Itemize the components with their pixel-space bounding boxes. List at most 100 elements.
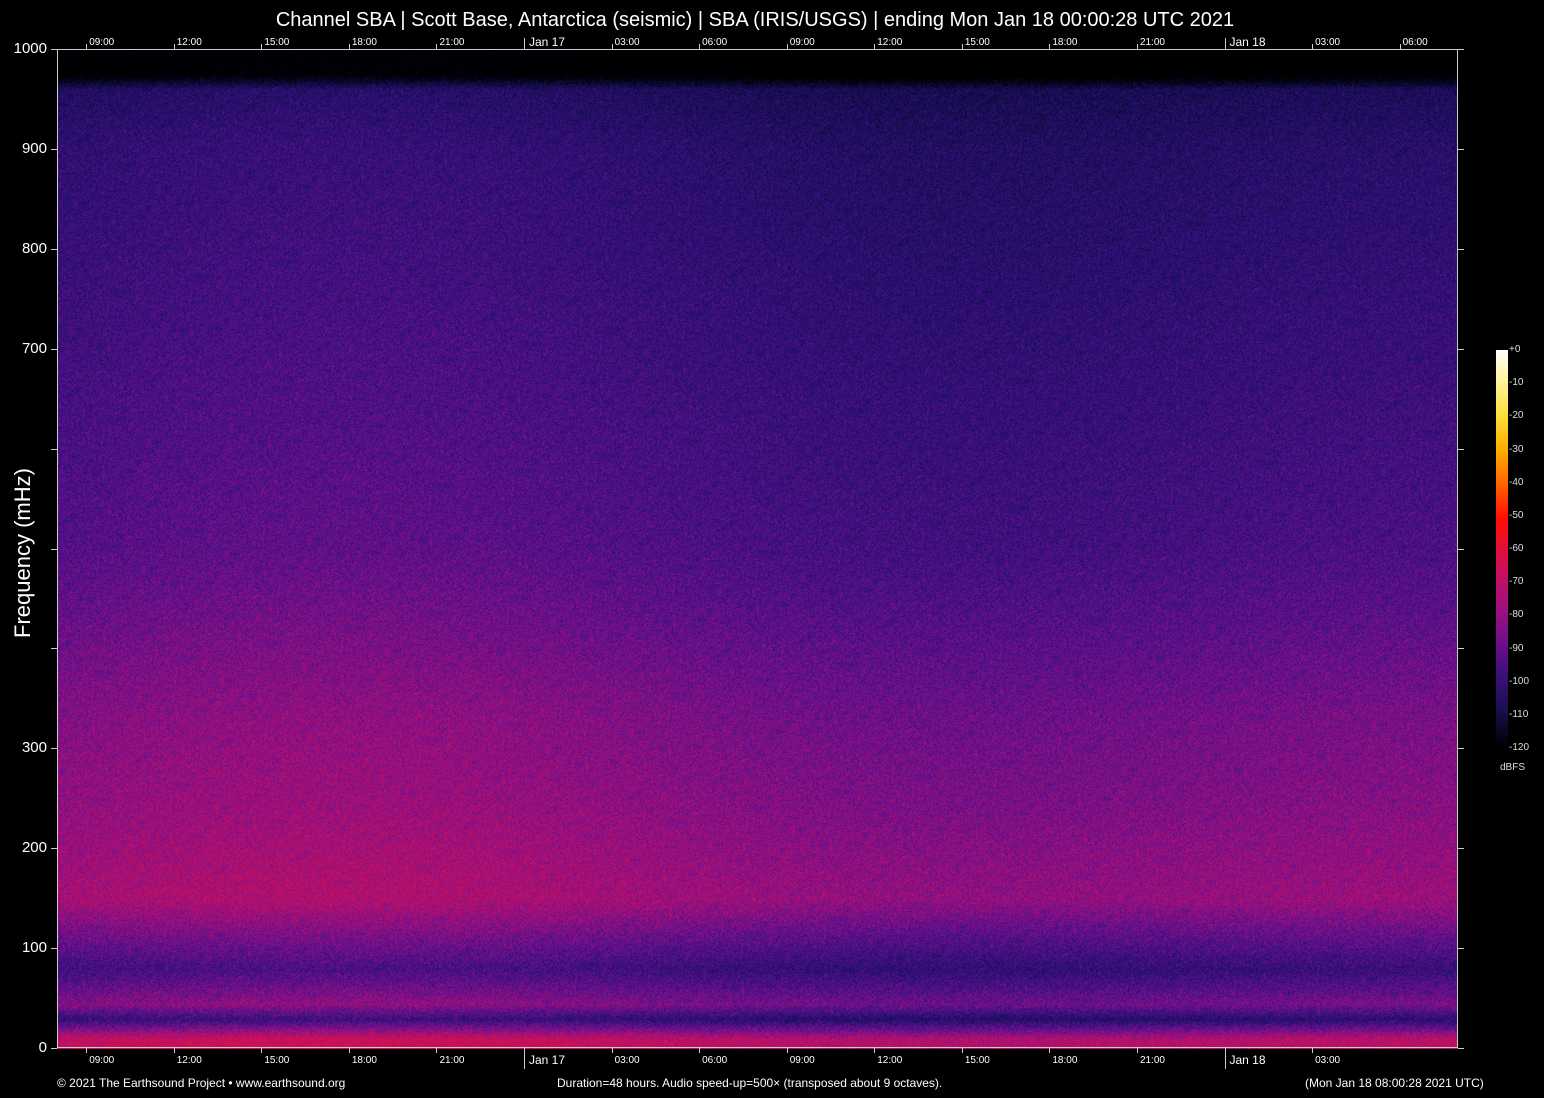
y-tick-label: 0 (38, 1039, 47, 1056)
x-tick-label-bottom: Jan 17 (529, 1053, 566, 1067)
y-tick-label: 200 (21, 839, 47, 857)
duration-text: Duration=48 hours. Audio speed-up=500× (… (557, 1076, 943, 1090)
y-tick-right (1458, 248, 1464, 250)
y-tick-label: 900 (21, 139, 47, 157)
colorbar-tick-label: -50 (1509, 509, 1524, 521)
x-tick-label-top: 18:00 (1052, 37, 1078, 48)
y-tick-label: 1000 (13, 40, 47, 57)
colorbar-tick-label: -100 (1509, 675, 1530, 687)
x-tick-top (874, 44, 876, 49)
y-tick-right (1458, 748, 1464, 750)
colorbar-unit: dBFS (1500, 762, 1526, 773)
x-tick-label-bottom: 15:00 (964, 1055, 990, 1066)
y-tick-label: 300 (21, 739, 47, 757)
chart-title: Channel SBA | Scott Base, Antarctica (se… (275, 9, 1235, 31)
spectrogram-plot (57, 49, 1458, 1049)
x-tick-top (1049, 44, 1051, 49)
x-tick-top (1312, 44, 1314, 49)
colorbar-tick-label: -10 (1509, 377, 1524, 389)
colorbar-tick-label: +0 (1509, 344, 1521, 355)
x-tick-label-top: Jan 18 (1229, 35, 1266, 49)
x-tick-label-bottom: 12:00 (877, 1055, 903, 1066)
y-tick-right (1458, 448, 1464, 450)
x-tick-label-bottom: 09:00 (89, 1055, 115, 1066)
x-tick-bottom (611, 1048, 613, 1053)
x-tick-bottom (436, 1048, 438, 1053)
x-tick-top (611, 44, 613, 49)
x-tick-label-bottom: 03:00 (1315, 1055, 1341, 1066)
x-tick-label-top: 09:00 (789, 37, 815, 48)
x-tick-label-bottom: 15:00 (264, 1055, 290, 1066)
x-tick-label-bottom: Jan 18 (1229, 1053, 1266, 1067)
x-tick-label-top: 12:00 (176, 37, 202, 48)
x-tick-label-top: 15:00 (964, 37, 990, 48)
y-tick (51, 49, 57, 50)
x-tick-label-top: 03:00 (614, 37, 640, 48)
x-tick-bottom (699, 1048, 701, 1053)
y-tick (51, 448, 57, 450)
x-tick-bottom (961, 1048, 963, 1053)
y-tick (51, 948, 57, 950)
x-tick-label-bottom: 18:00 (1052, 1055, 1078, 1066)
colorbar-tick-label: -80 (1509, 609, 1524, 621)
y-tick (51, 648, 57, 650)
x-tick-label-bottom: 21:00 (439, 1055, 465, 1066)
x-tick-top (786, 44, 788, 49)
x-tick-top (1224, 38, 1226, 49)
colorbar (1496, 350, 1508, 748)
y-tick-right (1458, 648, 1464, 650)
colorbar-tick-label: -110 (1509, 708, 1529, 720)
x-tick-label-top: 06:00 (1402, 37, 1428, 48)
x-tick-label-bottom: 06:00 (702, 1055, 728, 1066)
x-tick-label-top: Jan 17 (529, 35, 566, 49)
y-tick (51, 148, 57, 150)
x-tick-bottom (874, 1048, 876, 1053)
x-tick-top (436, 44, 438, 49)
y-tick (51, 1048, 57, 1049)
x-tick-label-top: 12:00 (877, 37, 903, 48)
x-tick-bottom (1049, 1048, 1051, 1053)
x-tick-top (261, 44, 263, 49)
x-tick-label-top: 03:00 (1315, 37, 1341, 48)
x-tick-top (699, 44, 701, 49)
y-tick-right (1458, 49, 1464, 50)
x-tick-top (173, 44, 175, 49)
colorbar-tick-label: -40 (1509, 476, 1524, 488)
y-tick-right (1458, 548, 1464, 550)
x-tick-label-bottom: 03:00 (614, 1055, 640, 1066)
colorbar-tick-label: -20 (1509, 410, 1524, 422)
x-tick-bottom (173, 1048, 175, 1053)
x-tick-label-bottom: 09:00 (789, 1055, 815, 1066)
x-tick-label-bottom: 21:00 (1139, 1055, 1165, 1066)
x-tick-bottom (1312, 1048, 1314, 1053)
x-tick-bottom (86, 1048, 88, 1053)
copyright-text: © 2021 The Earthsound Project • www.eart… (57, 1076, 346, 1090)
colorbar-tick-label: -120 (1509, 742, 1530, 753)
x-tick-top (86, 44, 88, 49)
x-tick-label-top: 09:00 (89, 37, 115, 48)
x-tick-bottom (261, 1048, 263, 1053)
x-tick-bottom (1224, 1048, 1226, 1069)
y-tick-right (1458, 848, 1464, 850)
y-tick-right (1458, 148, 1464, 150)
x-tick-top (1399, 44, 1401, 49)
x-tick-top (348, 44, 350, 49)
colorbar-tick-label: -70 (1509, 576, 1524, 588)
x-tick-label-bottom: 12:00 (176, 1055, 202, 1066)
x-tick-label-top: 21:00 (1139, 37, 1165, 48)
spectrogram-heatmap (57, 49, 1458, 1049)
y-tick (51, 548, 57, 550)
x-tick-top (1136, 44, 1138, 49)
y-tick-label: 100 (21, 939, 47, 957)
x-tick-bottom (1136, 1048, 1138, 1053)
colorbar-tick-label: -90 (1509, 642, 1524, 654)
x-tick-label-top: 18:00 (351, 37, 377, 48)
x-tick-label-top: 21:00 (439, 37, 465, 48)
y-tick-right (1458, 348, 1464, 350)
generated-time: (Mon Jan 18 08:00:28 2021 UTC) (1305, 1076, 1484, 1090)
x-tick-bottom (786, 1048, 788, 1053)
x-tick-label-bottom: 18:00 (351, 1055, 377, 1066)
y-tick (51, 248, 57, 250)
y-axis-label: Frequency (mHz) (10, 468, 35, 638)
x-tick-bottom (348, 1048, 350, 1053)
